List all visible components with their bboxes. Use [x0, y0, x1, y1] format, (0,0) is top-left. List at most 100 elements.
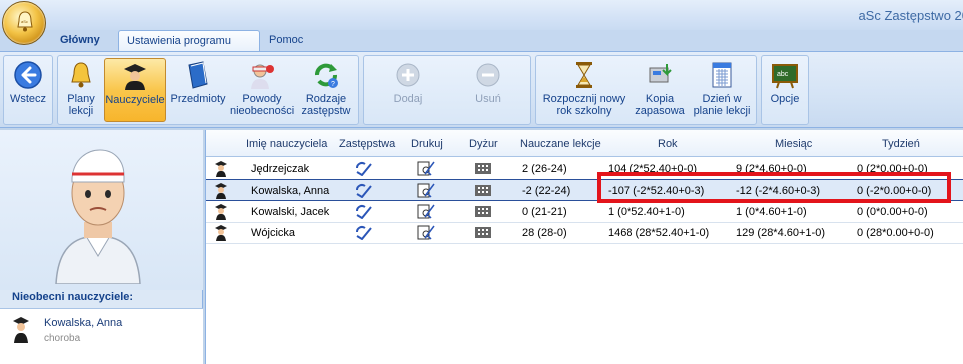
blackboard-icon: abc [772, 64, 798, 89]
duty-grid-icon[interactable] [474, 183, 492, 198]
print-preview-icon[interactable] [417, 225, 435, 240]
calendar-icon [712, 62, 732, 88]
tab-pomoc[interactable]: Pomoc [261, 30, 311, 51]
table-row[interactable]: Wójcicka 28 (28-0) 1468 (28*52.40+1-0) 1… [206, 222, 963, 244]
teacher-icon [215, 204, 227, 220]
tab-ustawienia-programu[interactable]: Ustawienia programu [118, 30, 260, 51]
month-balance: 129 (28*4.60+1-0) [736, 227, 825, 239]
teacher-name: Jędrzejczak [251, 163, 310, 175]
application-menu-button[interactable]: aSc [2, 1, 46, 45]
month-balance: 1 (0*4.60+1-0) [736, 206, 807, 218]
ribbon-group-navigation: Wstecz [3, 55, 53, 125]
przedmioty-label: Przedmioty [170, 93, 226, 105]
svg-text:abc: abc [777, 71, 789, 78]
tab-row: Główny Ustawienia programu Pomoc [0, 30, 963, 51]
dzien-w-planie-lekcji-button[interactable]: Dzień w planie lekcji [690, 58, 754, 122]
duty-grid-icon[interactable] [474, 161, 492, 176]
column-header-miesiac[interactable]: Miesiąc [775, 138, 812, 150]
duty-grid-icon[interactable] [474, 225, 492, 240]
opcje-label: Opcje [770, 93, 800, 105]
rodzaje-zastepstw-button[interactable]: ? Rodzaje zastępstw [296, 58, 356, 122]
teacher-icon [13, 317, 29, 343]
highlight-box [597, 172, 951, 203]
kopia-zapasowa-label: Kopia zapasowa [635, 93, 685, 117]
absent-teachers-list: Kowalska, Anna choroba [0, 308, 203, 364]
substitution-icon[interactable] [354, 161, 372, 176]
taught-lessons: -2 (22-24) [522, 185, 571, 197]
column-header-tydzien[interactable]: Tydzień [882, 138, 920, 150]
substitution-icon[interactable] [354, 204, 372, 219]
column-header-rok[interactable]: Rok [658, 138, 678, 150]
absent-teacher-name: Kowalska, Anna [44, 317, 123, 329]
teachers-grid: Imię nauczyciela Zastępstwa Drukuj Dyżur… [205, 130, 963, 364]
ribbon-group-edit: Dodaj Usuń [363, 55, 531, 125]
kopia-zapasowa-button[interactable]: Kopia zapasowa [632, 58, 688, 122]
rozpocznij-nowy-rok-label: Rozpocznij nowy rok szkolny [542, 93, 626, 117]
teacher-icon [124, 64, 146, 90]
substitution-types-icon: ? [315, 63, 338, 88]
dodaj-label: Dodaj [393, 93, 423, 105]
column-header-name[interactable]: Imię nauczyciela [246, 138, 327, 150]
przedmioty-button[interactable]: Przedmioty [168, 58, 228, 122]
ribbon-group-options: abc Opcje [761, 55, 809, 125]
year-balance: 1468 (28*52.40+1-0) [608, 227, 710, 239]
opcje-button[interactable]: abc Opcje [764, 58, 806, 122]
taught-lessons: 2 (26-24) [522, 163, 567, 175]
powody-nieobecnosci-button[interactable]: Powody nieobecności [230, 58, 294, 122]
svg-text:?: ? [331, 81, 335, 88]
substitution-icon[interactable] [354, 225, 372, 240]
grid-header: Imię nauczyciela Zastępstwa Drukuj Dyżur… [206, 130, 963, 157]
book-icon [188, 61, 208, 89]
rozpocznij-nowy-rok-button[interactable]: Rozpocznij nowy rok szkolny [538, 58, 630, 122]
print-preview-icon[interactable] [417, 161, 435, 176]
teacher-avatar-area [0, 130, 203, 290]
table-row[interactable]: Kowalski, Jacek 0 (21-21) 1 (0*52.40+1-0… [206, 201, 963, 223]
teacher-name: Kowalski, Jacek [251, 206, 330, 218]
duty-grid-icon[interactable] [474, 204, 492, 219]
teacher-name: Wójcicka [251, 227, 296, 239]
tab-glowny[interactable]: Główny [52, 30, 108, 51]
print-preview-icon[interactable] [417, 183, 435, 198]
backup-icon [649, 64, 672, 83]
back-button[interactable]: Wstecz [6, 58, 50, 122]
svg-text:aSc: aSc [21, 19, 28, 24]
powody-nieobecnosci-label: Powody nieobecności [230, 93, 295, 117]
teacher-icon [215, 183, 227, 199]
sick-teacher-icon [55, 149, 141, 284]
column-header-nauczane-lekcje[interactable]: Nauczane lekcje [520, 138, 601, 150]
column-header-dyzur[interactable]: Dyżur [469, 138, 498, 150]
year-balance: 1 (0*52.40+1-0) [608, 206, 685, 218]
usun-label: Usuń [475, 93, 501, 105]
app-title: aSc Zastępstwo 20 [858, 8, 963, 23]
absence-reason-icon [251, 64, 274, 89]
absent-teacher-item[interactable]: Kowalska, Anna choroba [0, 313, 203, 349]
nauczyciele-label: Nauczyciele [105, 94, 165, 106]
absent-teacher-reason: choroba [44, 333, 81, 344]
left-panel: Nieobecni nauczyciele: Kowalska, Anna ch… [0, 130, 203, 364]
substitution-icon[interactable] [354, 183, 372, 198]
dodaj-button[interactable]: Dodaj [378, 58, 438, 122]
remove-icon [476, 63, 500, 87]
title-bar: aSc Zastępstwo 20 [0, 0, 963, 30]
plany-lekcji-label: Plany lekcji [67, 93, 95, 117]
taught-lessons: 28 (28-0) [522, 227, 567, 239]
absent-teachers-title: Nieobecni nauczyciele: [12, 291, 134, 303]
ribbon-group-tools: Rozpocznij nowy rok szkolny Kopia zapaso… [535, 55, 757, 125]
teacher-icon [215, 225, 227, 241]
back-label: Wstecz [9, 93, 47, 105]
hourglass-icon [576, 62, 592, 88]
usun-button[interactable]: Usuń [458, 58, 518, 122]
nauczyciele-button[interactable]: Nauczyciele [104, 58, 166, 122]
add-icon [396, 63, 420, 87]
column-header-zastepstwa[interactable]: Zastępstwa [339, 138, 395, 150]
teacher-icon [215, 161, 227, 177]
ribbon-group-data: Plany lekcji Nauczyciele Przedmioty Powo… [57, 55, 359, 125]
column-header-drukuj[interactable]: Drukuj [411, 138, 443, 150]
bell-icon [71, 62, 91, 88]
week-balance: 0 (28*0.00+0-0) [857, 227, 934, 239]
week-balance: 0 (0*0.00+0-0) [857, 206, 928, 218]
plany-lekcji-button[interactable]: Plany lekcji [60, 58, 102, 122]
taught-lessons: 0 (21-21) [522, 206, 567, 218]
dzien-w-planie-lekcji-label: Dzień w planie lekcji [693, 93, 751, 117]
print-preview-icon[interactable] [417, 204, 435, 219]
